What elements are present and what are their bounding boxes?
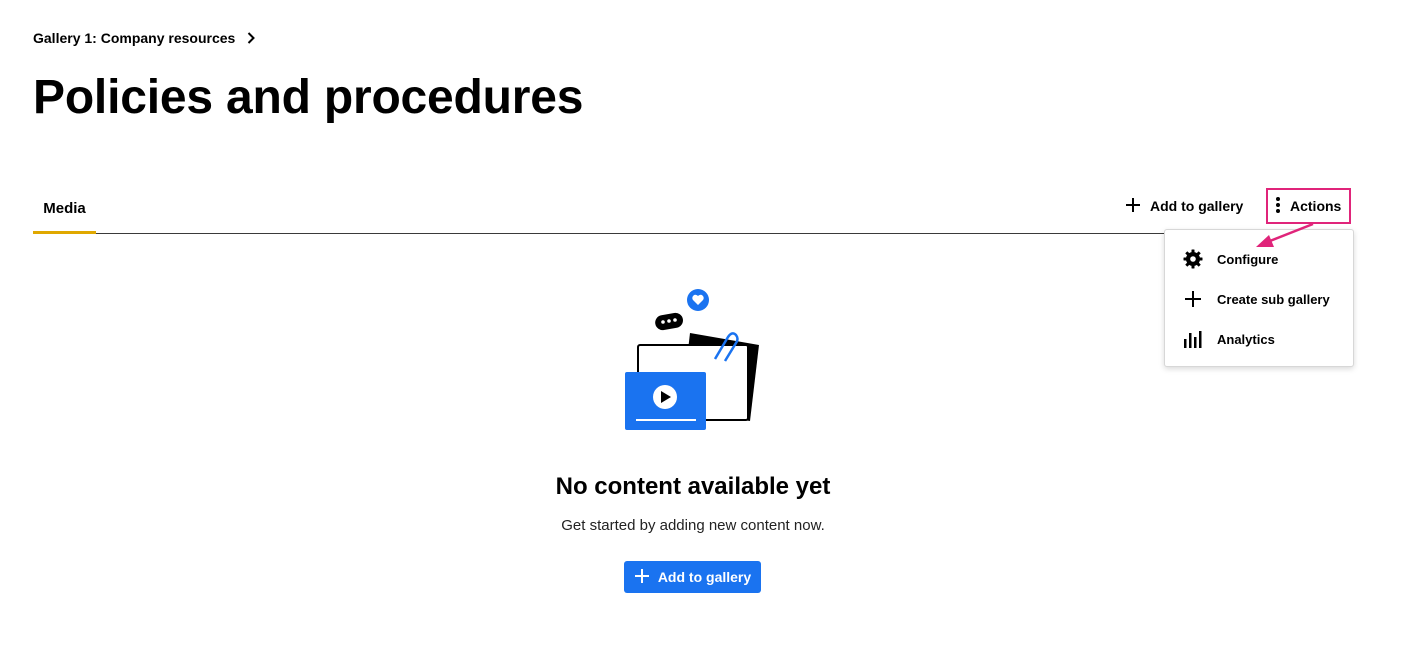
menu-item-label: Create sub gallery	[1217, 291, 1330, 307]
plus-icon	[634, 568, 650, 587]
add-to-gallery-primary-label: Add to gallery	[657, 569, 752, 585]
actions-button[interactable]: Actions	[1266, 188, 1351, 224]
page-title: Policies and procedures	[33, 71, 584, 124]
add-to-gallery-label: Add to gallery	[1150, 198, 1244, 214]
empty-gallery-illustration	[620, 287, 770, 437]
plus-icon	[1124, 196, 1142, 217]
add-to-gallery-button[interactable]: Add to gallery	[1124, 193, 1243, 219]
menu-item-configure[interactable]: Configure	[1165, 241, 1353, 277]
tab-media[interactable]: Media	[33, 186, 96, 234]
menu-item-label: Analytics	[1217, 331, 1275, 347]
plus-icon	[1183, 289, 1203, 309]
gear-icon	[1183, 249, 1203, 269]
add-to-gallery-primary-button[interactable]: Add to gallery	[624, 561, 761, 593]
actions-label: Actions	[1290, 198, 1342, 214]
menu-item-analytics[interactable]: Analytics	[1165, 321, 1353, 357]
bar-chart-icon	[1183, 329, 1203, 349]
empty-state-title: No content available yet	[555, 473, 831, 500]
chevron-right-icon	[245, 29, 257, 47]
actions-dropdown-menu: Configure Create sub gallery Analytics	[1164, 229, 1354, 367]
empty-state-subtitle: Get started by adding new content now.	[561, 517, 825, 534]
menu-item-create-sub-gallery[interactable]: Create sub gallery	[1165, 281, 1353, 317]
more-vertical-icon	[1274, 195, 1282, 218]
breadcrumb-link-gallery[interactable]: Gallery 1: Company resources	[33, 30, 235, 46]
menu-item-label: Configure	[1217, 251, 1279, 267]
breadcrumb: Gallery 1: Company resources	[33, 29, 257, 47]
